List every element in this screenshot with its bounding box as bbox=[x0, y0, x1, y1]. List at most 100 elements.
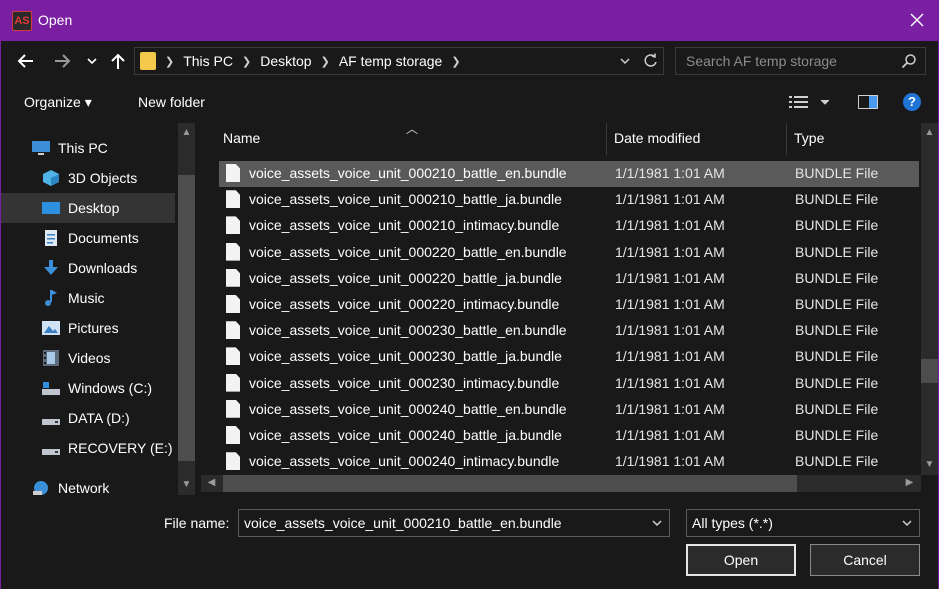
file-date-modified: 1/1/1981 1:01 AM bbox=[615, 217, 725, 234]
file-icon bbox=[226, 373, 240, 392]
scroll-down-arrow-icon[interactable]: ▼ bbox=[921, 459, 938, 470]
sidebar-item-downloads[interactable]: Downloads bbox=[1, 253, 175, 283]
file-date-modified: 1/1/1981 1:01 AM bbox=[615, 374, 725, 391]
file-type: BUNDLE File bbox=[795, 374, 879, 391]
breadcrumb-desktop[interactable]: Desktop bbox=[260, 53, 311, 69]
scrollbar-thumb[interactable] bbox=[921, 359, 938, 383]
scroll-left-arrow-icon[interactable]: ◀ bbox=[203, 477, 220, 488]
sidebar-item-label: This PC bbox=[58, 140, 108, 156]
sidebar-item-videos[interactable]: Videos bbox=[1, 343, 175, 373]
close-button[interactable] bbox=[906, 9, 928, 31]
sidebar-item-label: Videos bbox=[68, 350, 111, 366]
file-icon bbox=[226, 268, 240, 287]
navigation-pane: This PC 3D Objects Desktop Documents Dow… bbox=[1, 123, 197, 496]
preview-pane-button[interactable] bbox=[858, 95, 878, 112]
sidebar-item-label: Downloads bbox=[68, 260, 138, 276]
file-name: voice_assets_voice_unit_000230_battle_en… bbox=[249, 322, 567, 339]
file-date-modified: 1/1/1981 1:01 AM bbox=[615, 453, 725, 470]
drive-icon bbox=[42, 419, 60, 425]
sidebar-item-windows-c[interactable]: Windows (C:) bbox=[1, 373, 175, 403]
navigation-scrollbar[interactable]: ▲ ▼ bbox=[178, 123, 195, 495]
column-divider[interactable] bbox=[786, 123, 787, 155]
scroll-up-arrow-icon[interactable]: ▲ bbox=[178, 127, 195, 138]
scroll-up-arrow-icon[interactable]: ▲ bbox=[921, 127, 938, 138]
chevron-right-icon[interactable]: ❯ bbox=[321, 55, 330, 68]
forward-button[interactable] bbox=[51, 50, 73, 72]
file-row[interactable]: voice_assets_voice_unit_000220_battle_ja… bbox=[219, 266, 919, 292]
sidebar-item-documents[interactable]: Documents bbox=[1, 223, 175, 253]
scrollbar-thumb[interactable] bbox=[178, 175, 195, 461]
download-icon bbox=[44, 260, 58, 275]
breadcrumb-current-folder[interactable]: AF temp storage bbox=[339, 53, 443, 69]
file-icon bbox=[226, 452, 240, 471]
file-row[interactable]: voice_assets_voice_unit_000220_intimacy.… bbox=[219, 292, 919, 318]
arrow-left-icon bbox=[17, 54, 33, 68]
file-row[interactable]: voice_assets_voice_unit_000220_battle_en… bbox=[219, 240, 919, 266]
column-header: ︿ Name Date modified Type bbox=[201, 122, 921, 155]
file-row[interactable]: voice_assets_voice_unit_000210_battle_ja… bbox=[219, 187, 919, 213]
chevron-down-icon[interactable] bbox=[901, 516, 913, 530]
sidebar-item-desktop[interactable]: Desktop bbox=[1, 193, 175, 223]
cancel-button[interactable]: Cancel bbox=[810, 544, 920, 576]
file-type-select[interactable]: All types (*.*) bbox=[686, 509, 920, 537]
file-type: BUNDLE File bbox=[795, 296, 879, 312]
sidebar-item-music[interactable]: Music bbox=[1, 283, 175, 313]
chevron-down-icon[interactable] bbox=[619, 52, 631, 70]
back-button[interactable] bbox=[15, 50, 37, 72]
file-name-field[interactable]: voice_assets_voice_unit_000210_battle_en… bbox=[238, 509, 670, 537]
file-name-value[interactable]: voice_assets_voice_unit_000210_battle_en… bbox=[244, 515, 562, 531]
dialog-footer: File name: voice_assets_voice_unit_00021… bbox=[1, 495, 938, 589]
chevron-down-icon[interactable] bbox=[651, 516, 663, 530]
scroll-right-arrow-icon[interactable]: ▶ bbox=[901, 477, 918, 488]
app-icon: AS bbox=[12, 11, 32, 31]
file-row[interactable]: voice_assets_voice_unit_000240_intimacy.… bbox=[219, 449, 919, 475]
file-type: BUNDLE File bbox=[795, 191, 879, 208]
scroll-down-arrow-icon[interactable]: ▼ bbox=[178, 479, 195, 490]
help-icon[interactable]: ? bbox=[903, 93, 921, 111]
chevron-right-icon[interactable]: ❯ bbox=[242, 55, 251, 68]
file-type: BUNDLE File bbox=[795, 165, 879, 181]
command-toolbar: Organize ▾ New folder ? bbox=[1, 81, 938, 123]
file-row[interactable]: voice_assets_voice_unit_000210_battle_en… bbox=[219, 161, 919, 187]
column-date-modified[interactable]: Date modified bbox=[614, 130, 700, 146]
sidebar-item-3d-objects[interactable]: 3D Objects bbox=[1, 163, 175, 193]
new-folder-button[interactable]: New folder bbox=[138, 94, 205, 110]
chevron-right-icon[interactable]: ❯ bbox=[451, 55, 460, 68]
organize-button[interactable]: Organize ▾ bbox=[24, 94, 92, 111]
picture-icon bbox=[42, 321, 60, 335]
horizontal-scrollbar[interactable]: ◀ ▶ bbox=[201, 475, 921, 492]
search-icon[interactable] bbox=[901, 53, 917, 69]
scrollbar-thumb[interactable] bbox=[223, 475, 797, 492]
sidebar-item-recovery-e[interactable]: RECOVERY (E:) bbox=[1, 433, 175, 463]
file-icon bbox=[226, 399, 240, 418]
file-row[interactable]: voice_assets_voice_unit_000240_battle_ja… bbox=[219, 423, 919, 449]
view-options-button[interactable] bbox=[789, 95, 830, 112]
vertical-scrollbar[interactable]: ▲ ▼ bbox=[921, 123, 938, 475]
file-type: BUNDLE File bbox=[795, 269, 879, 286]
column-divider[interactable] bbox=[606, 123, 607, 155]
sidebar-item-this-pc[interactable]: This PC bbox=[1, 133, 175, 163]
sidebar-item-label: 3D Objects bbox=[68, 170, 138, 186]
search-input[interactable]: Search AF temp storage bbox=[675, 47, 926, 75]
sidebar-item-pictures[interactable]: Pictures bbox=[1, 313, 175, 343]
refresh-icon[interactable] bbox=[643, 52, 659, 70]
file-icon bbox=[226, 347, 240, 366]
file-row[interactable]: voice_assets_voice_unit_000230_battle_ja… bbox=[219, 344, 919, 370]
column-type[interactable]: Type bbox=[794, 130, 824, 146]
up-button[interactable] bbox=[107, 50, 129, 72]
file-icon bbox=[226, 190, 240, 209]
file-row[interactable]: voice_assets_voice_unit_000240_battle_en… bbox=[219, 397, 919, 423]
close-icon bbox=[910, 13, 924, 27]
column-name[interactable]: Name bbox=[223, 130, 260, 146]
folder-icon bbox=[140, 52, 156, 70]
breadcrumb-this-pc[interactable]: This PC bbox=[183, 53, 233, 69]
arrow-up-icon bbox=[111, 53, 125, 69]
sidebar-item-data-d[interactable]: DATA (D:) bbox=[1, 403, 175, 433]
file-row[interactable]: voice_assets_voice_unit_000210_intimacy.… bbox=[219, 213, 919, 239]
file-type: BUNDLE File bbox=[795, 243, 879, 260]
recent-locations-button[interactable] bbox=[81, 50, 103, 72]
open-button[interactable]: Open bbox=[686, 544, 796, 576]
address-bar[interactable]: ❯ This PC ❯ Desktop ❯ AF temp storage ❯ bbox=[134, 47, 664, 75]
file-row[interactable]: voice_assets_voice_unit_000230_battle_en… bbox=[219, 318, 919, 344]
file-row[interactable]: voice_assets_voice_unit_000230_intimacy.… bbox=[219, 371, 919, 397]
